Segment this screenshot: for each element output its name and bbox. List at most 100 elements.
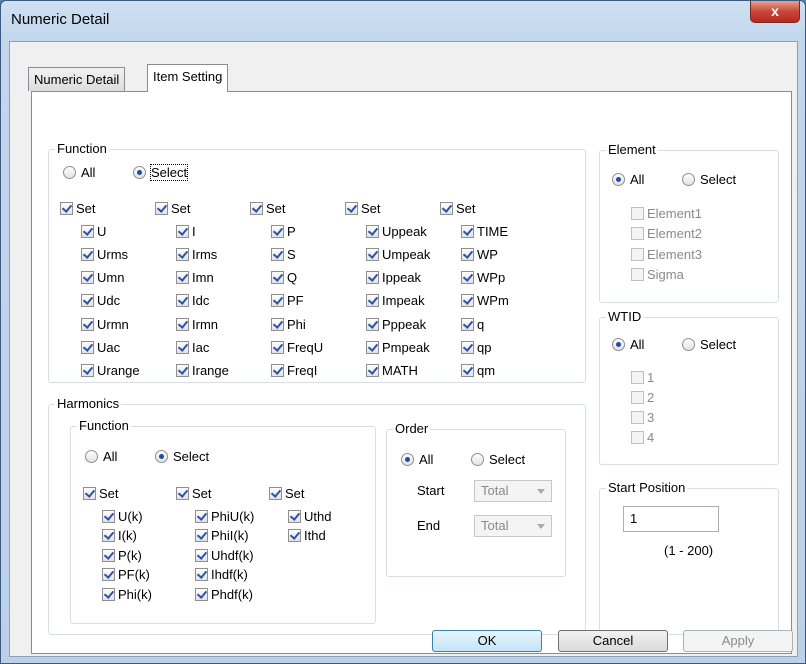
function-item-checkbox[interactable]: Umpeak (366, 246, 430, 262)
harmonics-item-checkbox[interactable]: Uhdf(k) (195, 547, 254, 563)
function-select-radio[interactable]: Select (133, 163, 189, 181)
wtid-item-checkbox[interactable]: 1 (631, 369, 654, 385)
function-item-checkbox[interactable]: Uac (81, 340, 120, 356)
checkbox-icon (461, 294, 474, 308)
harmonics-set-checkbox-0[interactable]: Set (83, 485, 119, 501)
harmonics-item-checkbox[interactable]: Phdf(k) (195, 586, 253, 602)
checkbox-icon (461, 364, 474, 378)
function-item-checkbox[interactable]: Phi (271, 316, 306, 332)
order-start-select[interactable]: Total (474, 480, 552, 502)
function-item-checkbox[interactable]: Pmpeak (366, 340, 430, 356)
wtid-group-title: WTID (606, 309, 644, 325)
function-all-radio[interactable]: All (63, 164, 95, 180)
start-position-input[interactable]: 1 (623, 506, 719, 532)
harmonics-function-title: Function (77, 418, 131, 434)
harmonics-item-checkbox[interactable]: Ihdf(k) (195, 567, 248, 583)
order-end-select[interactable]: Total (474, 515, 552, 537)
function-item-checkbox[interactable]: FreqI (271, 363, 317, 379)
order-select-radio[interactable]: Select (471, 451, 525, 467)
close-button[interactable]: x (750, 1, 800, 23)
function-item-checkbox[interactable]: Ippeak (366, 270, 421, 286)
checkbox-icon (631, 370, 644, 384)
harmonics-item-checkbox[interactable]: Ithd (288, 528, 326, 544)
wtid-item-checkbox[interactable]: 2 (631, 389, 654, 405)
function-item-checkbox[interactable]: WPm (461, 293, 509, 309)
checkbox-icon (102, 509, 115, 523)
wtid-item-checkbox[interactable]: 3 (631, 409, 654, 425)
function-item-checkbox[interactable]: Udc (81, 293, 120, 309)
function-item-checkbox[interactable]: Urange (81, 363, 140, 379)
function-item-checkbox[interactable]: Iac (176, 340, 209, 356)
harmonics-item-checkbox[interactable]: PhiU(k) (195, 508, 254, 524)
harmonics-item-checkbox[interactable]: PhiI(k) (195, 528, 249, 544)
dialog-window: Numeric Detail x Numeric Detail Item Set… (0, 0, 806, 664)
function-item-checkbox[interactable]: Irange (176, 363, 229, 379)
function-item-checkbox[interactable]: Irmn (176, 316, 218, 332)
function-set-checkbox-3[interactable]: Set (345, 200, 381, 216)
tab-item-setting[interactable]: Item Setting (147, 64, 229, 92)
harmonics-group: Harmonics Function All Select Set U(k) I(k… (48, 396, 586, 635)
checkbox-icon (81, 271, 94, 285)
function-set-checkbox-4[interactable]: Set (440, 200, 476, 216)
harmonics-item-checkbox[interactable]: PF(k) (102, 567, 150, 583)
element-item-checkbox[interactable]: Element2 (631, 226, 702, 242)
checkbox-icon (271, 224, 284, 238)
wtid-all-radio[interactable]: All (612, 336, 644, 352)
harmonics-function-all-radio[interactable]: All (85, 448, 117, 464)
function-item-checkbox[interactable]: Idc (176, 293, 209, 309)
wtid-group: WTID All Select 1 2 3 4 (599, 309, 779, 465)
element-item-checkbox[interactable]: Element1 (631, 205, 702, 221)
function-item-checkbox[interactable]: Pppeak (366, 316, 426, 332)
element-select-radio[interactable]: Select (682, 171, 736, 187)
harmonics-item-checkbox[interactable]: Phi(k) (102, 586, 152, 602)
function-item-checkbox[interactable]: Q (271, 270, 297, 286)
function-item-checkbox[interactable]: PF (271, 293, 304, 309)
function-item-checkbox[interactable]: qm (461, 363, 495, 379)
function-set-checkbox-0[interactable]: Set (60, 200, 96, 216)
radio-icon (471, 452, 484, 466)
harmonics-item-checkbox[interactable]: U(k) (102, 508, 143, 524)
function-item-checkbox[interactable]: Irms (176, 246, 217, 262)
checkbox-icon (102, 568, 115, 581)
element-all-radio[interactable]: All (612, 171, 644, 187)
element-item-checkbox[interactable]: Element3 (631, 246, 702, 262)
checkbox-icon (288, 509, 301, 523)
wtid-item-checkbox[interactable]: 4 (631, 429, 654, 445)
harmonics-item-checkbox[interactable]: I(k) (102, 528, 137, 544)
harmonics-item-checkbox[interactable]: P(k) (102, 547, 142, 563)
function-item-checkbox[interactable]: Urmn (81, 316, 129, 332)
function-item-checkbox[interactable]: S (271, 246, 296, 262)
function-item-checkbox[interactable]: U (81, 223, 106, 239)
function-item-checkbox[interactable]: I (176, 223, 196, 239)
order-all-radio[interactable]: All (401, 451, 433, 467)
function-set-checkbox-1[interactable]: Set (155, 200, 191, 216)
ok-button[interactable]: OK (432, 630, 542, 652)
function-item-checkbox[interactable]: qp (461, 340, 491, 356)
function-item-checkbox[interactable]: FreqU (271, 340, 323, 356)
function-item-checkbox[interactable]: TIME (461, 223, 508, 239)
function-item-checkbox[interactable]: Imn (176, 270, 214, 286)
function-item-checkbox[interactable]: Urms (81, 246, 128, 262)
checkbox-icon (461, 247, 474, 261)
element-item-checkbox[interactable]: Sigma (631, 267, 684, 283)
checkbox-icon (250, 201, 263, 215)
function-item-checkbox[interactable]: WP (461, 246, 498, 262)
start-position-title: Start Position (606, 480, 688, 496)
function-item-checkbox[interactable]: q (461, 316, 484, 332)
function-item-checkbox[interactable]: Umn (81, 270, 124, 286)
harmonics-item-checkbox[interactable]: Uthd (288, 508, 331, 524)
tab-numeric-detail[interactable]: Numeric Detail (28, 67, 126, 91)
function-set-checkbox-2[interactable]: Set (250, 200, 286, 216)
harmonics-function-select-radio[interactable]: Select (155, 448, 209, 464)
function-item-checkbox[interactable]: WPp (461, 270, 505, 286)
function-item-checkbox[interactable]: MATH (366, 363, 418, 379)
harmonics-set-checkbox-2[interactable]: Set (269, 485, 305, 501)
function-item-checkbox[interactable]: Uppeak (366, 223, 427, 239)
harmonics-set-checkbox-1[interactable]: Set (176, 485, 212, 501)
wtid-select-radio[interactable]: Select (682, 336, 736, 352)
function-item-checkbox[interactable]: Impeak (366, 293, 425, 309)
apply-button[interactable]: Apply (683, 630, 793, 652)
function-item-checkbox[interactable]: P (271, 223, 296, 239)
radio-icon (63, 165, 76, 179)
cancel-button[interactable]: Cancel (558, 630, 668, 652)
